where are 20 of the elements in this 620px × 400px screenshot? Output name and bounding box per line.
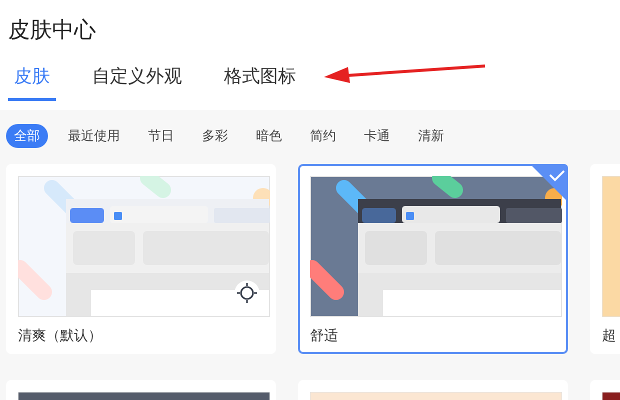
skin-card[interactable]: 舒适 [298, 164, 568, 354]
filter-chip[interactable]: 卡通 [356, 124, 398, 148]
filter-chip[interactable]: 暗色 [248, 124, 290, 148]
page-title: 皮肤中心 [8, 17, 97, 45]
skin-card[interactable]: 超 [590, 164, 620, 354]
filter-chip[interactable]: 多彩 [194, 124, 236, 148]
check-icon [530, 164, 568, 202]
filter-chip[interactable]: 清新 [410, 124, 452, 148]
skin-name: 舒适 [310, 327, 339, 345]
filter-chip[interactable]: 全部 [6, 124, 48, 148]
filter-chip[interactable]: 节日 [140, 124, 182, 148]
skin-card[interactable]: 清爽（默认） [6, 164, 276, 354]
tab[interactable]: 自定义外观 [86, 64, 188, 101]
filter-chip[interactable]: 简约 [302, 124, 344, 148]
tab[interactable]: 格式图标 [218, 64, 302, 101]
skin-name: 超 [602, 327, 617, 345]
skin-name: 清爽（默认） [18, 327, 103, 345]
filter-chip[interactable]: 最近使用 [60, 124, 128, 148]
sun-icon[interactable] [234, 280, 260, 306]
tab[interactable]: 皮肤 [8, 64, 56, 101]
